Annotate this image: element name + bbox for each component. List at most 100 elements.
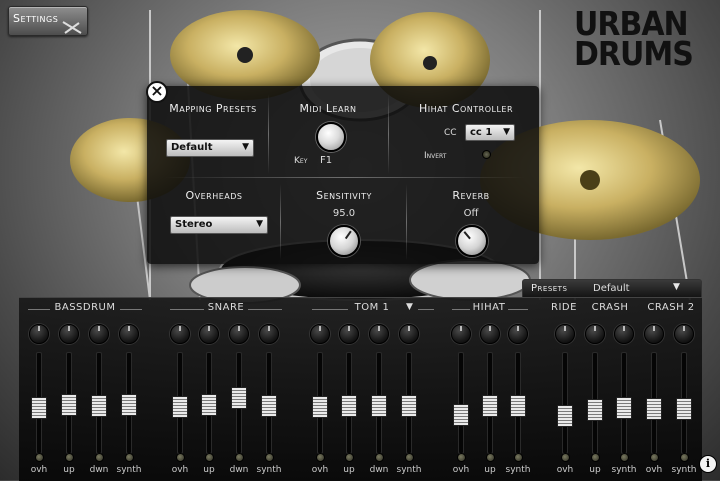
volume-fader[interactable] [510, 395, 526, 417]
settings-button-label: Settings [13, 12, 59, 25]
info-icon[interactable]: i [699, 455, 717, 473]
volume-fader[interactable] [646, 398, 662, 420]
pan-knob[interactable] [229, 324, 249, 344]
cc-dropdown[interactable]: cc 1 ▼ [465, 124, 515, 141]
pan-knob[interactable] [614, 324, 634, 344]
divider [406, 184, 407, 260]
divider [312, 309, 348, 310]
logo-line-2: DRUMS [574, 35, 694, 74]
channel-label: synth [116, 465, 142, 475]
volume-fader[interactable] [676, 398, 692, 420]
volume-fader[interactable] [587, 399, 603, 421]
group-title-crash-2: CRASH 2 [647, 302, 695, 313]
pan-knob[interactable] [199, 324, 219, 344]
channel-label: dwn [369, 465, 389, 475]
reverb-knob[interactable] [456, 225, 488, 257]
mute-led[interactable] [486, 453, 495, 462]
mute-led[interactable] [125, 453, 134, 462]
group-title-snare: SNARE [207, 302, 245, 313]
overheads-dropdown[interactable]: Stereo ▼ [170, 216, 268, 234]
volume-fader[interactable] [61, 394, 77, 416]
pan-knob[interactable] [399, 324, 419, 344]
pan-knob[interactable] [29, 324, 49, 344]
channel-label: synth [396, 465, 422, 475]
group-title-crash: CRASH [591, 302, 629, 313]
midi-learn-button[interactable] [316, 122, 346, 152]
sensitivity-knob[interactable] [328, 225, 360, 257]
pan-knob[interactable] [259, 324, 279, 344]
urban-drums-logo: URBAN DRUMS [574, 8, 712, 74]
mute-led[interactable] [345, 453, 354, 462]
channel-label: ovh [645, 465, 663, 475]
chevron-down-icon: ▼ [503, 127, 510, 137]
channel-label: synth [671, 465, 697, 475]
pan-knob[interactable] [119, 324, 139, 344]
pan-knob[interactable] [585, 324, 605, 344]
mute-led[interactable] [561, 453, 570, 462]
chevron-down-icon[interactable]: ▼ [406, 302, 413, 312]
group-title-ride: RIDE [551, 302, 577, 313]
pan-knob[interactable] [339, 324, 359, 344]
pan-knob[interactable] [369, 324, 389, 344]
pan-knob[interactable] [310, 324, 330, 344]
mute-led[interactable] [65, 453, 74, 462]
close-icon[interactable]: × [146, 81, 168, 103]
pan-knob[interactable] [480, 324, 500, 344]
overheads-value: Stereo [175, 219, 213, 230]
group-title-tom[interactable]: TOM 1 [350, 302, 394, 313]
mute-led[interactable] [680, 453, 689, 462]
mute-led[interactable] [375, 453, 384, 462]
pan-knob[interactable] [508, 324, 528, 344]
volume-fader[interactable] [91, 395, 107, 417]
divider [268, 94, 269, 174]
volume-fader[interactable] [31, 397, 47, 419]
volume-fader[interactable] [231, 387, 247, 409]
key-label: Key [294, 156, 308, 166]
chevron-down-icon: ▼ [256, 219, 263, 229]
volume-fader[interactable] [172, 396, 188, 418]
volume-fader[interactable] [341, 395, 357, 417]
volume-fader[interactable] [482, 395, 498, 417]
mute-led[interactable] [650, 453, 659, 462]
mute-led[interactable] [205, 453, 214, 462]
mute-led[interactable] [95, 453, 104, 462]
volume-fader[interactable] [401, 395, 417, 417]
mapping-presets-dropdown[interactable]: Default ▼ [166, 139, 254, 157]
pan-knob[interactable] [674, 324, 694, 344]
mapping-presets-title: Mapping Presets [169, 102, 257, 115]
presets-value[interactable]: Default [593, 283, 630, 294]
mute-led[interactable] [457, 453, 466, 462]
pan-knob[interactable] [555, 324, 575, 344]
presets-bar: Presets Default ▼ [522, 279, 702, 297]
mute-led[interactable] [620, 453, 629, 462]
settings-button[interactable]: Settings [8, 6, 88, 36]
invert-toggle[interactable] [482, 150, 491, 159]
sensitivity-value: 95.0 [332, 208, 356, 219]
hihat-controller-title: Hihat Controller [418, 102, 514, 115]
mute-led[interactable] [35, 453, 44, 462]
volume-fader[interactable] [261, 395, 277, 417]
mute-led[interactable] [514, 453, 523, 462]
channel-label: ovh [171, 465, 189, 475]
volume-fader[interactable] [616, 397, 632, 419]
volume-fader[interactable] [312, 396, 328, 418]
volume-fader[interactable] [453, 404, 469, 426]
key-value: F1 [320, 155, 333, 166]
mute-led[interactable] [176, 453, 185, 462]
pan-knob[interactable] [644, 324, 664, 344]
pan-knob[interactable] [170, 324, 190, 344]
pan-knob[interactable] [451, 324, 471, 344]
mute-led[interactable] [591, 453, 600, 462]
mute-led[interactable] [265, 453, 274, 462]
volume-fader[interactable] [557, 405, 573, 427]
volume-fader[interactable] [201, 394, 217, 416]
mute-led[interactable] [235, 453, 244, 462]
pan-knob[interactable] [59, 324, 79, 344]
mute-led[interactable] [316, 453, 325, 462]
chevron-down-icon[interactable]: ▼ [673, 282, 680, 292]
volume-fader[interactable] [371, 395, 387, 417]
mute-led[interactable] [405, 453, 414, 462]
pan-knob[interactable] [89, 324, 109, 344]
presets-label: Presets [531, 283, 568, 294]
volume-fader[interactable] [121, 394, 137, 416]
